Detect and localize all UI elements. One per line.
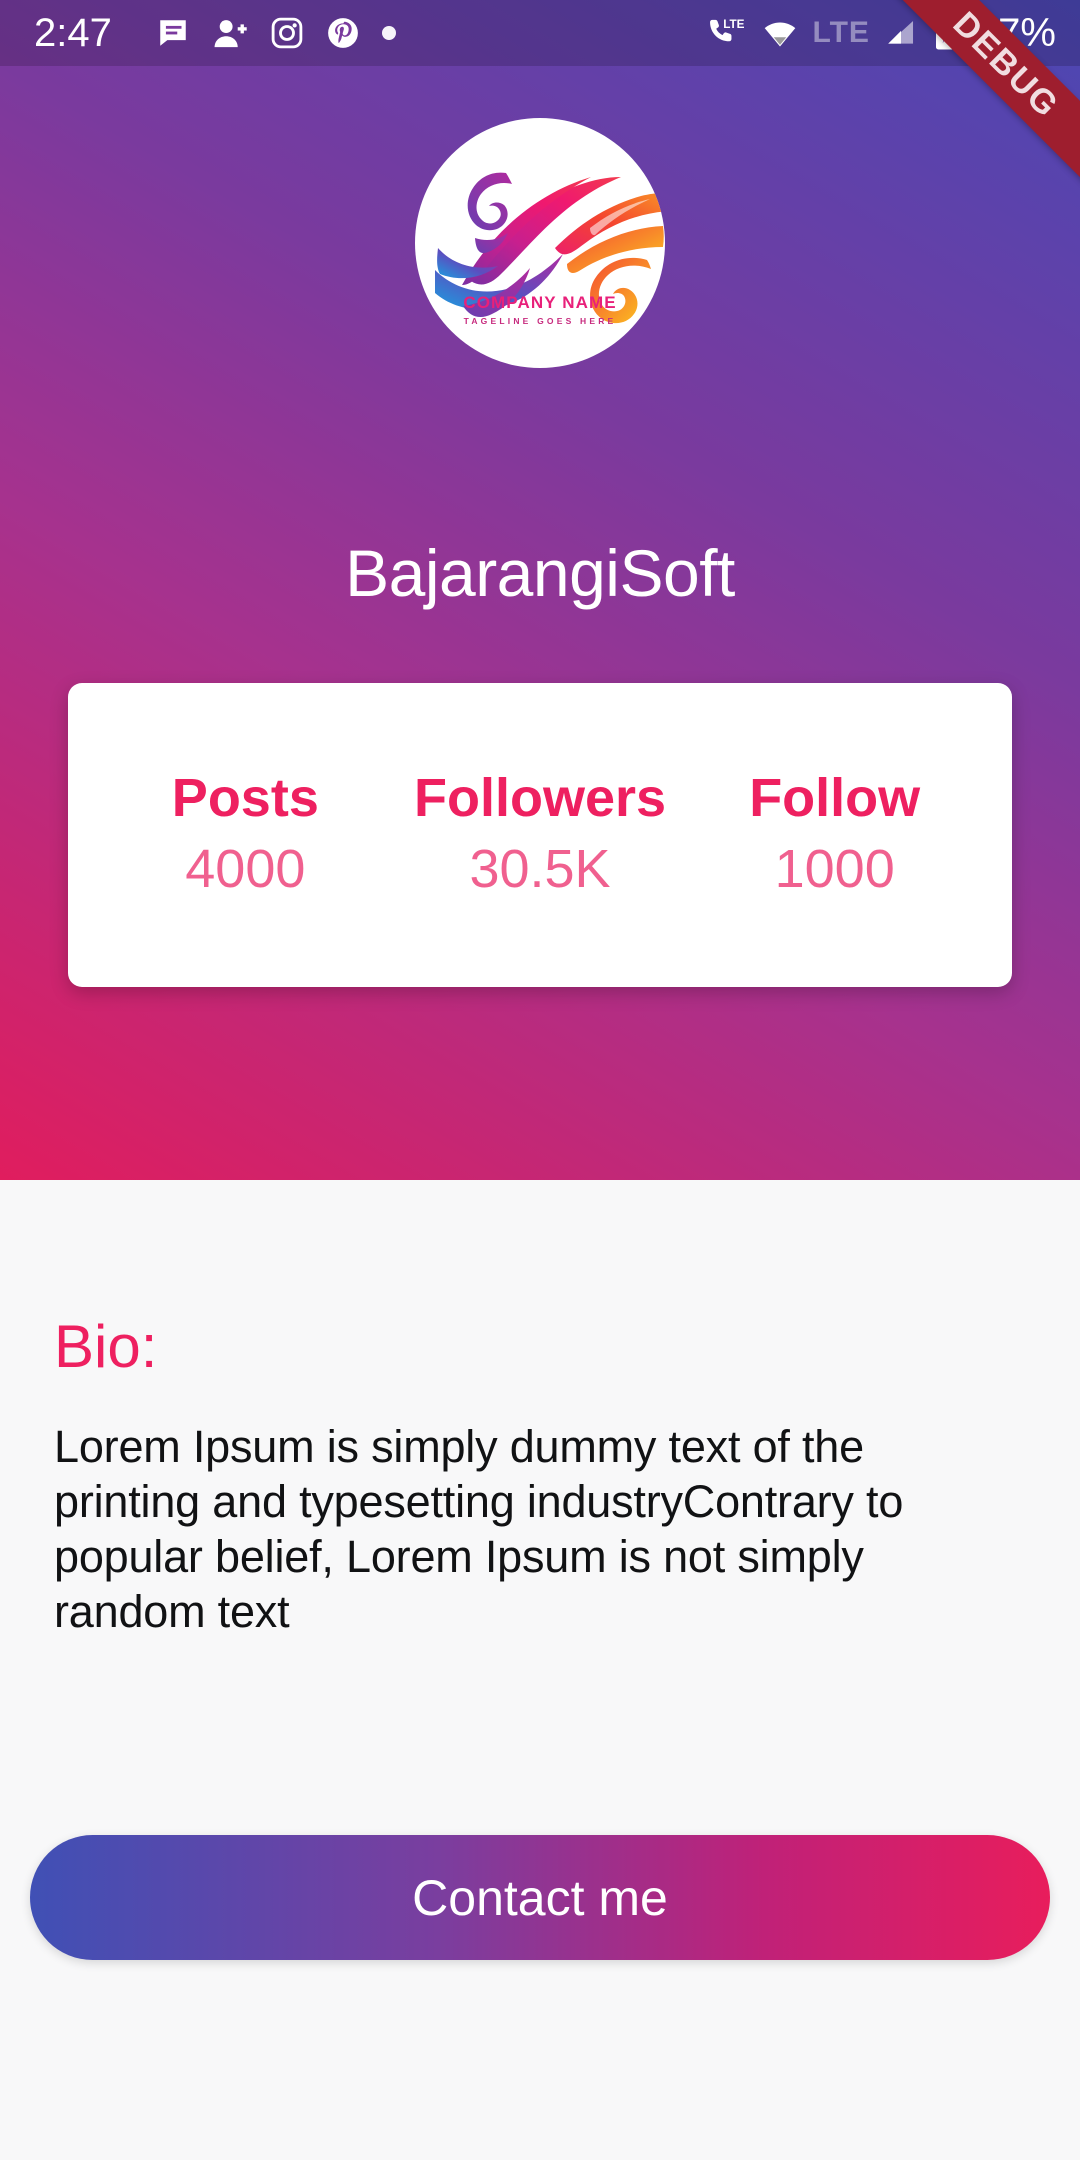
profile-avatar[interactable]: COMPANY NAME TAGELINE GOES HERE (415, 118, 665, 368)
stat-posts[interactable]: Posts 4000 (98, 767, 393, 901)
svg-text:LTE: LTE (723, 18, 744, 31)
stat-value: 30.5K (469, 839, 611, 900)
instagram-icon (271, 17, 303, 49)
lte-label-icon: LTE (812, 16, 870, 49)
dot-icon (381, 26, 396, 40)
stat-label: Follow (749, 767, 921, 828)
stat-followers[interactable]: Followers 30.5K (393, 767, 688, 901)
person-add-icon (214, 20, 247, 48)
stat-value: 1000 (774, 839, 895, 900)
signal-icon (888, 20, 913, 44)
pinterest-icon (327, 18, 358, 48)
app-screen: 2:47 LTE LTE 97% DEBUG COMPANY NAME TAGE… (0, 0, 1080, 2160)
bio-text: Lorem Ipsum is simply dummy text of the … (54, 1421, 904, 1637)
stat-follow[interactable]: Follow 1000 (687, 767, 982, 901)
wifi-icon (764, 22, 795, 47)
profile-name: BajarangiSoft (345, 536, 735, 610)
profile-body: Bio: Lorem Ipsum is simply dummy text of… (0, 1180, 1080, 2160)
stat-label: Posts (171, 767, 319, 828)
stat-label: Followers (413, 767, 667, 828)
bio-title: Bio: (54, 1313, 158, 1380)
stats-card: Posts 4000 Followers 30.5K Follow 1000 (68, 683, 1012, 987)
message-icon (160, 20, 186, 46)
profile-header: 2:47 LTE LTE 97% DEBUG COMPANY NAME TAGE… (0, 0, 1080, 1180)
stat-value: 4000 (185, 839, 306, 900)
avatar: COMPANY NAME TAGELINE GOES HERE (415, 118, 665, 368)
status-bar-clock: 2:47 (34, 11, 112, 55)
phone-lte-icon: LTE (709, 18, 744, 42)
company-logo-icon (435, 172, 665, 324)
contact-me-button[interactable]: Contact me (30, 1835, 1050, 1960)
status-bar-left: 2:47 (34, 13, 396, 53)
